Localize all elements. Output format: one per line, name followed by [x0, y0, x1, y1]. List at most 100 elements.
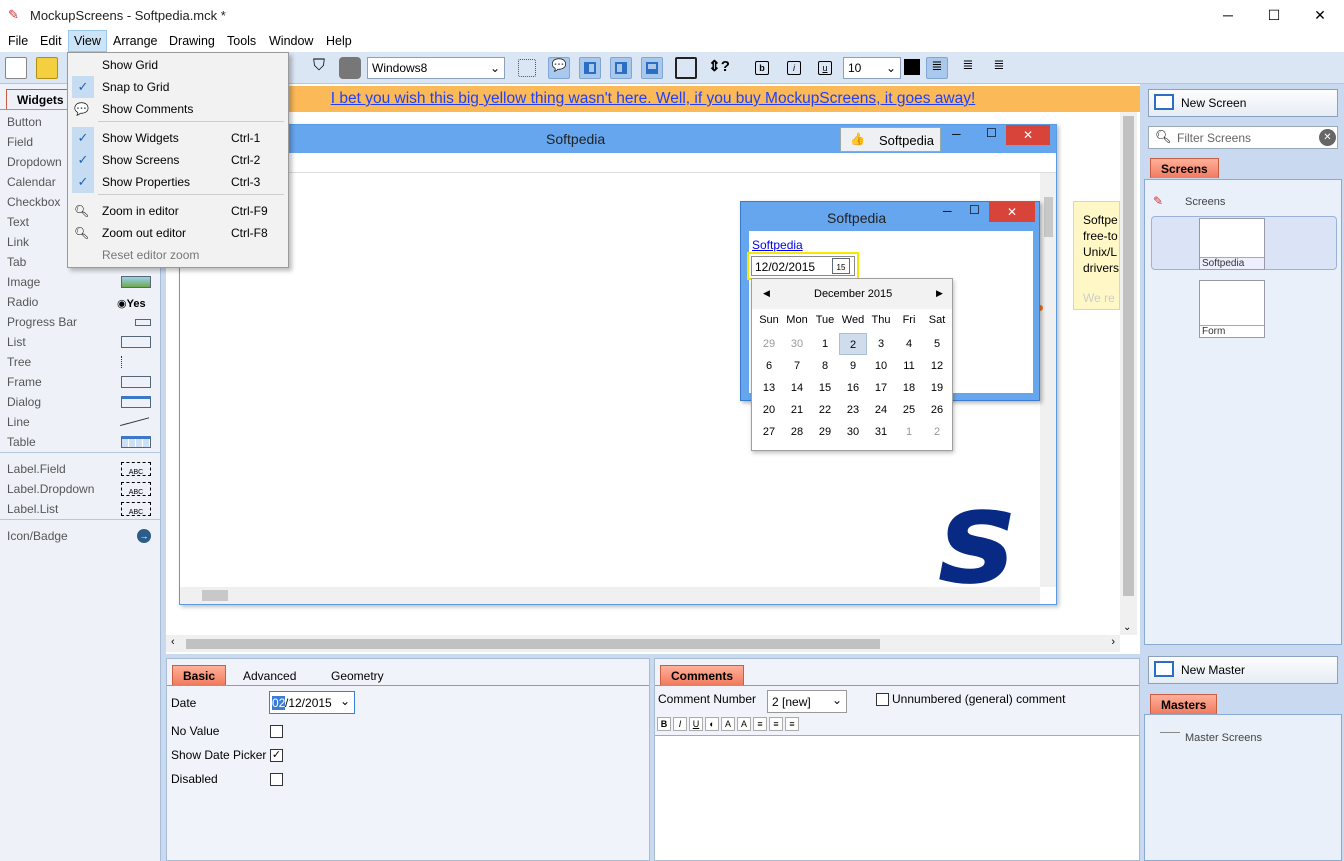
view-menu-item-zoom-in-editor[interactable]: 🔍︎ Zoom in editor Ctrl-F9 — [68, 200, 288, 222]
calendar-day[interactable]: 13 — [755, 377, 783, 399]
widget-item-label-list[interactable]: Label.List ABC — [7, 499, 157, 519]
italic-icon[interactable]: i — [787, 61, 801, 75]
calendar-day-selected[interactable]: 2 — [839, 333, 867, 355]
comment-bubble-icon[interactable]: 💬 — [548, 57, 570, 79]
calendar-day[interactable]: 29 — [811, 421, 839, 443]
trial-banner-link[interactable]: I bet you wish this big yellow thing was… — [331, 90, 976, 107]
view-menu-item-show-widgets[interactable]: ✓ Show Widgets Ctrl-1 — [68, 127, 288, 149]
menu-help[interactable]: Help — [321, 30, 357, 52]
tab-geometry[interactable]: Geometry — [331, 669, 384, 683]
widget-item-radio[interactable]: Radio ◉Yes — [7, 292, 157, 312]
dialog-minimize-icon[interactable]: ─ — [943, 204, 952, 218]
calendar-day[interactable]: 10 — [867, 355, 895, 377]
calendar-day[interactable]: 24 — [867, 399, 895, 421]
widgets-tab[interactable]: Widgets — [6, 89, 75, 109]
widget-item-line[interactable]: Line — [7, 412, 157, 437]
align-right-format-button[interactable]: ≡ — [785, 717, 799, 731]
bold-icon[interactable]: b — [755, 61, 769, 75]
scroll-right-arrow-icon[interactable]: › — [1111, 636, 1115, 648]
calendar-day[interactable]: 30 — [839, 421, 867, 443]
view-menu-item-show-comments[interactable]: 💬 Show Comments — [68, 98, 288, 120]
comment-textarea[interactable] — [655, 735, 1139, 860]
align-arrows-icon[interactable]: ⇕? — [708, 57, 730, 79]
view-menu-item-zoom-out-editor[interactable]: 🔍︎ Zoom out editor Ctrl-F8 — [68, 222, 288, 244]
select-area-icon[interactable] — [518, 59, 536, 77]
align-right-icon[interactable]: ≣ — [988, 57, 1010, 79]
widget-item-tree[interactable]: Tree — [7, 352, 157, 372]
font-size-select[interactable]: 10 ⌄ — [843, 57, 901, 79]
next-month-icon[interactable]: ▶ — [936, 288, 943, 299]
widget-item-icon-badge[interactable]: Icon/Badge → — [7, 526, 157, 546]
mockup-close-icon[interactable]: ✕ — [1006, 125, 1050, 145]
widget-item-label-dropdown[interactable]: Label.Dropdown ABC — [7, 479, 157, 499]
like-button[interactable]: 👍 Softpedia — [840, 127, 941, 152]
date-field[interactable]: 12/02/2015 15 — [751, 256, 855, 276]
menu-file[interactable]: File — [3, 30, 33, 52]
widget-item-frame[interactable]: Frame — [7, 372, 157, 392]
widget-item-progress-bar[interactable]: Progress Bar — [7, 312, 157, 332]
calendar-day[interactable]: 1 — [811, 333, 839, 355]
date-picker-popup[interactable]: ◀ December 2015 ▶ Sun Mon Tue Wed Thu Fri Sat 2… — [751, 278, 953, 451]
italic-format-button[interactable]: I — [673, 717, 687, 731]
editor-vscroll-thumb[interactable] — [1123, 116, 1134, 596]
align-left-format-button[interactable]: ≡ — [753, 717, 767, 731]
calendar-day[interactable]: 6 — [755, 355, 783, 377]
show-widgets-panel-icon[interactable] — [579, 57, 601, 79]
menu-window[interactable]: Window — [264, 30, 318, 52]
widget-item-dialog[interactable]: Dialog — [7, 392, 157, 412]
close-button[interactable]: ✕ — [1297, 0, 1343, 30]
bold-format-button[interactable]: B — [657, 717, 671, 731]
underline-format-button[interactable]: U — [689, 717, 703, 731]
calendar-day[interactable]: 8 — [811, 355, 839, 377]
filter-screens-input[interactable]: 🔍︎ Filter Screens ✕ — [1148, 126, 1338, 149]
tab-advanced[interactable]: Advanced — [243, 669, 296, 683]
date-prop-field[interactable]: 02 /12/2015 ⌄ — [269, 691, 355, 714]
mockup-maximize-icon[interactable]: ☐ — [986, 126, 997, 140]
calendar-day[interactable]: 15 — [811, 377, 839, 399]
align-center-format-button[interactable]: ≡ — [769, 717, 783, 731]
new-master-button[interactable]: New Master — [1148, 656, 1338, 684]
widget-item-image[interactable]: Image — [7, 272, 157, 292]
dialog-close-icon[interactable]: ✕ — [989, 202, 1035, 222]
font-color-swatch[interactable] — [904, 59, 920, 75]
calendar-day[interactable]: 18 — [895, 377, 923, 399]
new-file-icon[interactable] — [5, 57, 27, 79]
menu-arrange[interactable]: Arrange — [108, 30, 162, 52]
calendar-day[interactable]: 1 — [895, 421, 923, 443]
camera-icon[interactable] — [339, 57, 361, 79]
mockup-minimize-icon[interactable]: ─ — [952, 127, 961, 141]
dialog-link[interactable]: Softpedia — [752, 238, 803, 252]
calendar-day[interactable]: 5 — [923, 333, 951, 355]
scroll-left-arrow-icon[interactable]: ‹ — [171, 636, 175, 648]
show-properties-panel-icon[interactable] — [641, 57, 663, 79]
clear-filter-icon[interactable]: ✕ — [1319, 129, 1336, 146]
font-shrink-format-button[interactable]: A — [737, 717, 751, 731]
presentation-icon[interactable]: ⛉ — [308, 57, 330, 79]
scroll-down-arrow-icon[interactable]: ⌄ — [1123, 622, 1131, 633]
view-menu-item-snap-to-grid[interactable]: ✓ Snap to Grid — [68, 76, 288, 98]
theme-select[interactable]: Windows8 ⌄ — [367, 57, 505, 79]
calendar-day[interactable]: 17 — [867, 377, 895, 399]
menu-drawing[interactable]: Drawing — [164, 30, 220, 52]
calendar-day[interactable]: 27 — [755, 421, 783, 443]
mockup-hscrollbar[interactable] — [180, 587, 1040, 604]
comment-number-select[interactable]: 2 [new] ⌄ — [767, 690, 847, 713]
calendar-day[interactable]: 25 — [895, 399, 923, 421]
color-format-button[interactable]: ◐ — [705, 717, 719, 731]
widget-item-table[interactable]: Table — [7, 432, 157, 452]
calendar-day[interactable]: 30 — [783, 333, 811, 355]
calendar-day[interactable]: 26 — [923, 399, 951, 421]
screen-thumb-softpedia[interactable]: Softpedia — [1199, 218, 1265, 270]
sticky-note[interactable]: Softpe free-to Unix/L drivers We re — [1073, 201, 1120, 310]
menu-view[interactable]: View — [68, 30, 107, 52]
calendar-day[interactable]: 19 — [923, 377, 951, 399]
maximize-button[interactable]: ☐ — [1251, 0, 1297, 30]
property-checkbox-disabled[interactable] — [270, 773, 283, 786]
calendar-day[interactable]: 9 — [839, 355, 867, 377]
widget-item-list[interactable]: List — [7, 332, 157, 352]
unnumbered-checkbox[interactable] — [876, 693, 889, 706]
widget-item-label-field[interactable]: Label.Field ABC — [7, 459, 157, 479]
calendar-day[interactable]: 21 — [783, 399, 811, 421]
calendar-day[interactable]: 14 — [783, 377, 811, 399]
mockup-vscrollbar[interactable] — [1040, 173, 1056, 587]
